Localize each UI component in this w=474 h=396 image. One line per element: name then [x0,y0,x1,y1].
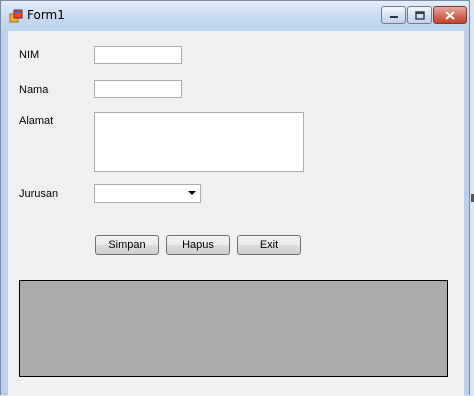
close-icon [445,10,455,20]
nama-input[interactable] [94,80,182,98]
minimize-button[interactable] [381,6,406,24]
app-icon [9,9,23,23]
jurusan-combobox[interactable] [94,184,201,203]
hapus-button[interactable]: Hapus [166,235,230,255]
maximize-button[interactable] [407,6,432,24]
data-grid-view[interactable] [19,280,448,377]
nim-input[interactable] [94,46,182,64]
minimize-icon [389,16,398,18]
form1-window: Form1 NIM Nama Alamat Jurusan Simpan Hap… [0,0,470,396]
form-client-area: NIM Nama Alamat Jurusan Simpan Hapus Exi… [8,31,464,396]
jurusan-label: Jurusan [19,188,59,200]
close-button[interactable] [433,6,467,24]
nama-label: Nama [19,84,49,96]
window-title: Form1 [27,8,65,22]
alamat-textarea[interactable] [94,112,304,172]
alamat-label: Alamat [19,115,54,127]
chevron-down-icon[interactable] [188,191,196,195]
nim-label: NIM [19,49,40,61]
simpan-button[interactable]: Simpan [95,235,159,255]
title-bar[interactable]: Form1 [1,1,469,31]
maximize-icon [414,10,425,20]
exit-button[interactable]: Exit [237,235,301,255]
